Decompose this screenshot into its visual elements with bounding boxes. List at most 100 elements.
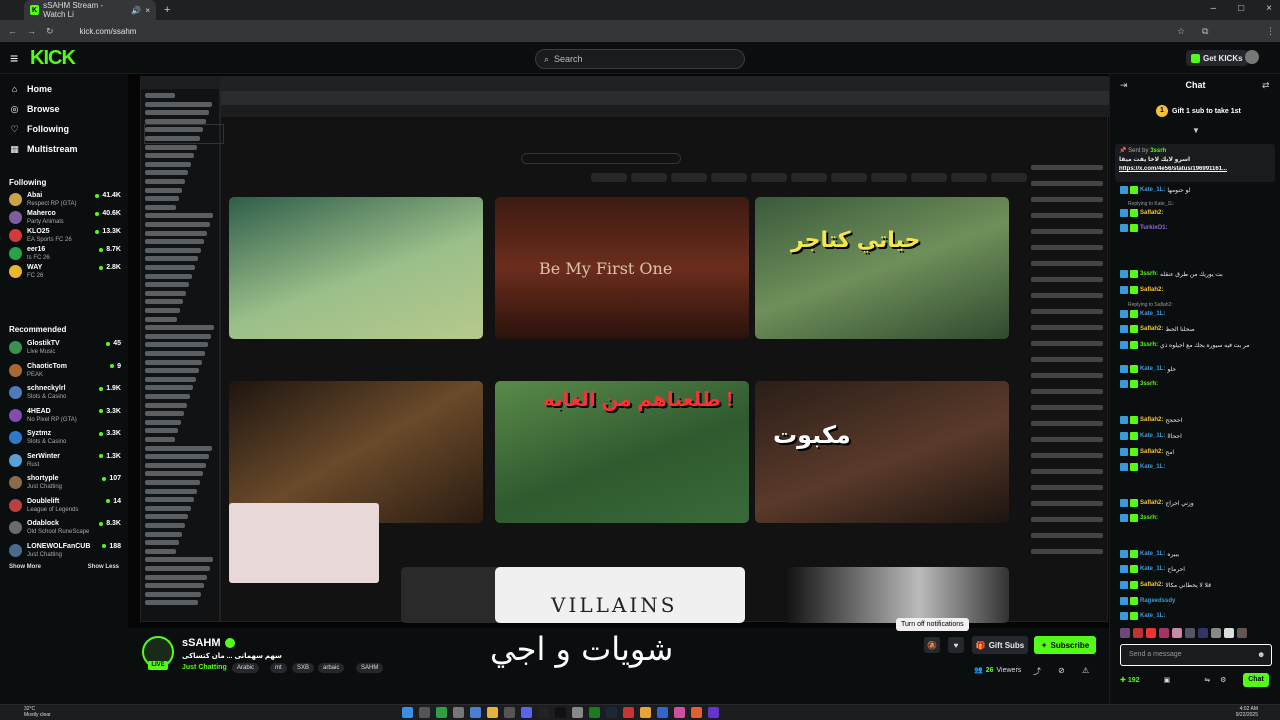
chat-input[interactable]: Send a message: [1120, 644, 1272, 666]
chat-username[interactable]: Kate_1L:: [1140, 311, 1165, 317]
sidebar-channel-odablock[interactable]: Odablock Old School RuneScape 8.3K: [9, 518, 121, 540]
sidebar-nav-browse[interactable]: ◎ Browse: [10, 104, 60, 115]
sidebar-channel-shortyple[interactable]: shortyple Just Chatting 107: [9, 473, 121, 495]
emoji-icon[interactable]: ☻: [1257, 650, 1265, 659]
taskbar-app-icon[interactable]: [453, 707, 464, 718]
chat-username[interactable]: Saflah2:: [1140, 210, 1163, 216]
browser-tab[interactable]: K sSAHM Stream - Watch Li 🔊 ×: [24, 0, 156, 20]
taskbar-app-icon[interactable]: [589, 707, 600, 718]
video-player[interactable]: Be My First One حياتي كتاجر طلعناهم من ا…: [128, 74, 1109, 628]
emote[interactable]: [1146, 628, 1156, 638]
taskbar-app-icon[interactable]: [640, 707, 651, 718]
search-input[interactable]: ⌕ Search: [535, 49, 745, 69]
sidebar-channel-glostiktv[interactable]: GlostikTV Live Music 45: [9, 338, 121, 360]
chat-username[interactable]: Kate_1L:: [1140, 187, 1165, 193]
sidebar-nav-following[interactable]: ♡ Following: [10, 124, 69, 135]
chat-username[interactable]: Rageedssdy: [1140, 598, 1175, 604]
emote[interactable]: [1224, 628, 1234, 638]
taskbar-app-icon[interactable]: [555, 707, 566, 718]
refresh-icon[interactable]: ⇋: [1204, 676, 1210, 684]
emote[interactable]: [1237, 628, 1247, 638]
system-clock[interactable]: 4:02 AM 9/22/2025: [1236, 706, 1258, 718]
window-close-icon[interactable]: ×: [1266, 3, 1272, 14]
new-tab-icon[interactable]: +: [164, 4, 170, 16]
sidebar-channel-schneckylrl[interactable]: schneckylrl Slots & Casino 1.9K: [9, 383, 121, 405]
chat-username[interactable]: Kate_1L:: [1140, 366, 1165, 372]
subscribe-button[interactable]: ✦ Subscribe: [1034, 636, 1096, 654]
emote[interactable]: [1120, 628, 1130, 638]
emote[interactable]: [1159, 628, 1169, 638]
stream-category[interactable]: Just Chatting: [182, 664, 227, 671]
sidebar-channel-4head[interactable]: 4HEAD No Pixel RP (GTA) 3.3K: [9, 406, 121, 428]
show-more-link[interactable]: Show More: [9, 564, 41, 570]
hide-icon[interactable]: ⊘: [1058, 666, 1065, 675]
kick-logo[interactable]: KICK: [30, 47, 76, 70]
get-kicks-button[interactable]: Get KICKs: [1186, 50, 1248, 66]
windows-start-icon[interactable]: [402, 707, 413, 718]
chat-username[interactable]: 3ssrh:: [1140, 271, 1158, 277]
tab-audio-icon[interactable]: 🔊: [131, 6, 141, 15]
stream-tag[interactable]: Arabic: [232, 663, 260, 673]
notification-bell-off-button[interactable]: 🔕: [924, 637, 940, 653]
chat-send-button[interactable]: Chat: [1243, 673, 1269, 687]
chat-username[interactable]: Kate_1L:: [1140, 464, 1165, 470]
reply-indicator[interactable]: Replying to Saflah2:: [1128, 302, 1173, 308]
taskbar-search-icon[interactable]: [419, 707, 430, 718]
stream-tag[interactable]: SXB: [292, 663, 315, 673]
chat-username[interactable]: Saflah2:: [1140, 417, 1163, 423]
weather-widget[interactable]: 32°C Mostly clear: [24, 706, 51, 718]
reply-indicator[interactable]: Replying to Kate_1L:: [1128, 201, 1174, 207]
gift-banner[interactable]: 1 Gift 1 sub to take 1st: [1156, 105, 1241, 117]
chat-settings-icon[interactable]: ⇄: [1262, 80, 1270, 91]
taskbar-app-icon[interactable]: [708, 707, 719, 718]
taskbar-app-icon[interactable]: [521, 707, 532, 718]
pinned-message[interactable]: 📌 Sent by 3ssrh اسرو لايك لاخا يفت ميقا …: [1115, 144, 1275, 182]
sidebar-channel-lonewolfancub[interactable]: LONEWOLFanCUB Just Chatting 188: [9, 541, 121, 563]
sidebar-channel-syztmz[interactable]: Syztmz Slots & Casino 3.3K: [9, 428, 121, 450]
chat-username[interactable]: 3ssrh:: [1140, 342, 1158, 348]
chat-username[interactable]: Kate_1L:: [1140, 566, 1165, 572]
stream-tag[interactable]: SAHM: [356, 663, 384, 673]
taskbar-app-icon[interactable]: [657, 707, 668, 718]
chat-username[interactable]: Saflah2:: [1140, 500, 1163, 506]
stream-tag[interactable]: mt: [270, 663, 287, 673]
bookmark-star-icon[interactable]: ☆: [1177, 26, 1185, 37]
taskbar-app-icon[interactable]: [487, 707, 498, 718]
sidebar-channel-doublelift[interactable]: Doublelift League of Legends 14: [9, 496, 121, 518]
emote[interactable]: [1185, 628, 1195, 638]
chat-username[interactable]: Kate_1L:: [1140, 551, 1165, 557]
user-avatar[interactable]: [1245, 50, 1259, 64]
chat-username[interactable]: Saflah2:: [1140, 326, 1163, 332]
emote[interactable]: [1198, 628, 1208, 638]
chat-username[interactable]: TurkixO1:: [1140, 225, 1168, 231]
follow-heart-button[interactable]: ♥: [948, 637, 964, 653]
stream-tag[interactable]: arbaic: [318, 663, 345, 673]
taskbar-app-icon[interactable]: [606, 707, 617, 718]
sidebar-nav-home[interactable]: ⌂ Home: [10, 84, 52, 94]
chat-username[interactable]: Kate_1L:: [1140, 433, 1165, 439]
minimize-icon[interactable]: –: [1211, 3, 1217, 14]
chat-username[interactable]: Saflah2:: [1140, 582, 1163, 588]
taskbar-app-icon[interactable]: [504, 707, 515, 718]
report-icon[interactable]: ⚠: [1082, 666, 1089, 675]
chevron-down-icon[interactable]: ▼: [1192, 126, 1200, 135]
extensions-icon[interactable]: ⧉: [1202, 26, 1208, 37]
maximize-icon[interactable]: □: [1238, 3, 1244, 14]
taskbar-app-icon[interactable]: [470, 707, 481, 718]
sidebar-nav-multistream[interactable]: ▦ Multistream: [10, 144, 77, 155]
streamer-name[interactable]: sSAHM: [182, 637, 235, 649]
taskbar-app-icon[interactable]: [691, 707, 702, 718]
chat-username[interactable]: Kate_1L:: [1140, 613, 1165, 619]
kicks-count[interactable]: 192: [1128, 677, 1140, 684]
emote[interactable]: [1172, 628, 1182, 638]
sidebar-channel-serwinter[interactable]: SerWinter Rust 1.3K: [9, 451, 121, 473]
show-less-link[interactable]: Show Less: [88, 564, 119, 570]
sidebar-channel-way[interactable]: WAY FC 26 2.8K: [9, 262, 121, 284]
chat-username[interactable]: Saflah2:: [1140, 287, 1163, 293]
reload-icon[interactable]: ↻: [46, 26, 54, 37]
chat-username[interactable]: Saflah2:: [1140, 449, 1163, 455]
taskbar-app-icon[interactable]: [436, 707, 447, 718]
pinned-user[interactable]: 3ssrh: [1150, 148, 1166, 154]
taskbar-app-icon[interactable]: [538, 707, 549, 718]
emote[interactable]: [1211, 628, 1221, 638]
